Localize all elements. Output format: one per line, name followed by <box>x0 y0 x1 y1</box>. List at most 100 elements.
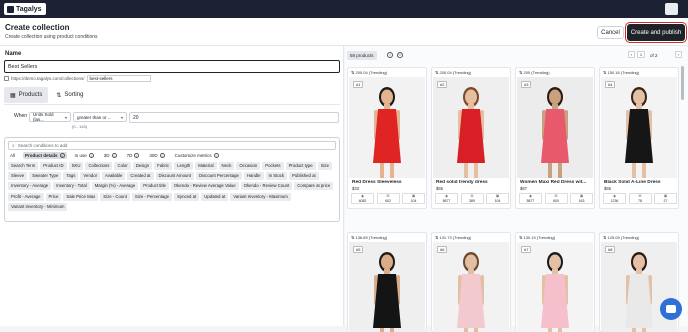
trend-score-value: 200.04 (Trending) <box>355 70 388 75</box>
condition-chip[interactable]: Discount Percentage <box>195 172 242 181</box>
condition-chip[interactable]: Material <box>195 162 217 170</box>
condition-chip[interactable]: Variant Inventory - Maximum <box>230 192 291 201</box>
condition-filter-tab[interactable]: All <box>8 152 17 159</box>
product-stats: ◉ 1236 ⊞ 78 ▣ 27 <box>603 193 677 204</box>
product-card[interactable]: ⇅ 200.04 (Trending) #2 Red solid trendy dr… <box>431 67 511 209</box>
tab-products-label: Products <box>18 92 43 98</box>
condition-chip[interactable]: Okendo - Review Count <box>240 182 293 191</box>
condition-chip[interactable]: Available <box>102 172 126 181</box>
product-price: $55 <box>604 186 611 191</box>
name-input[interactable]: Best Sellers <box>4 60 340 73</box>
trend-score-value: 130.19 (Trending) <box>523 235 556 240</box>
condition-chip[interactable]: SKU <box>68 162 84 170</box>
condition-filter-tab[interactable]: In use i <box>73 152 96 159</box>
condition-chip[interactable]: Size - Percentage <box>131 192 173 201</box>
product-image-frame[interactable]: #1 <box>349 77 425 178</box>
tab-products[interactable]: ▦ Products <box>4 87 49 103</box>
condition-chip[interactable]: Margin (%) - Average <box>91 182 139 191</box>
condition-chip[interactable]: Tags <box>63 172 79 181</box>
create-and-publish-button[interactable]: Create and publish <box>625 22 687 43</box>
condition-chip[interactable]: Compare at price <box>294 182 334 191</box>
brand-logo[interactable]: Tagalys <box>4 3 46 15</box>
condition-chip[interactable]: Product title <box>140 182 169 191</box>
product-image-frame[interactable]: #3 <box>517 77 593 178</box>
condition-value-input[interactable]: 20 <box>129 112 339 123</box>
model-left-leg <box>632 163 636 178</box>
page-next-button[interactable]: › <box>675 51 682 58</box>
condition-chip[interactable]: Inventory - Total <box>53 182 90 191</box>
eye-icon[interactable]: • <box>397 52 403 58</box>
condition-field-select[interactable]: Units Sold (las... ▾ <box>29 112 71 122</box>
condition-search-input[interactable]: ⌕ Search conditions to add <box>8 141 336 150</box>
condition-filter-tab[interactable]: 30D i <box>147 152 166 159</box>
condition-chip[interactable]: Variant Inventory - Minimum <box>8 202 68 211</box>
results-scrollbar[interactable] <box>681 66 684 100</box>
condition-chip[interactable]: Sleeve <box>8 172 28 181</box>
condition-chip[interactable]: Color <box>114 162 131 170</box>
condition-operator-value: greater than or ... <box>77 114 112 120</box>
condition-filter-tab[interactable]: Customize metrics i <box>173 152 221 159</box>
page-prev-button[interactable]: ‹ <box>628 51 635 58</box>
account-avatar[interactable] <box>665 3 678 15</box>
condition-chip[interactable]: Okendo - Review Average Value <box>170 182 239 191</box>
condition-chip[interactable]: Product ID <box>40 162 67 170</box>
product-image-frame[interactable]: #7 <box>517 242 593 332</box>
condition-chip[interactable]: Search Term <box>8 162 39 170</box>
condition-filter-tab[interactable]: 7D i <box>125 152 142 159</box>
condition-chip[interactable]: Pockets <box>262 162 284 170</box>
condition-filter-tab[interactable]: 3D i <box>102 152 119 159</box>
url-slug-input[interactable]: best-sellers <box>86 75 151 82</box>
cancel-button[interactable]: Cancel <box>597 26 624 39</box>
product-image-frame[interactable]: #4 <box>601 77 677 178</box>
condition-chip[interactable]: Fabric <box>154 162 173 170</box>
condition-chip[interactable]: Discount Amount <box>155 172 194 181</box>
model-face <box>633 254 645 270</box>
rank-badge: #8 <box>605 246 616 253</box>
condition-chip[interactable]: Inventory - Average <box>8 182 52 191</box>
conditions-panel: ⌕ Search conditions to add All Product de… <box>4 137 340 222</box>
product-card[interactable]: ⇅ 200.04 (Trending) #1 Red Dress Sleeveles… <box>347 67 427 209</box>
views-stat: ◉ 5877 <box>435 193 458 204</box>
info-icon[interactable]: i <box>387 52 393 58</box>
when-label: When <box>14 113 28 119</box>
page-total: of 2 <box>650 52 658 58</box>
rank-badge: #4 <box>605 81 616 88</box>
condition-chip[interactable]: Length <box>174 162 194 170</box>
condition-chip[interactable]: Sweater Type <box>29 172 62 181</box>
condition-chip[interactable]: Sale Price Max <box>63 192 99 201</box>
product-card[interactable]: ⇅ 200 (Trending) #3 Women Maxi Red Dress w… <box>515 67 595 209</box>
tab-sorting[interactable]: ⇅ Sorting <box>50 87 89 103</box>
product-price: $55 <box>436 186 443 191</box>
product-card[interactable]: ⇅ 136.89 (Trending) #5 <box>347 232 427 332</box>
product-image-frame[interactable]: #2 <box>433 77 509 178</box>
condition-chip[interactable]: In Stock <box>265 172 288 181</box>
page-number-input[interactable]: 1 <box>637 51 645 58</box>
condition-chip[interactable]: Product type <box>285 162 316 170</box>
condition-chip[interactable]: Occasion <box>236 162 261 170</box>
condition-chip[interactable]: Neck <box>218 162 235 170</box>
chat-support-button[interactable] <box>660 298 682 320</box>
condition-chip[interactable]: Updated at <box>201 192 229 201</box>
condition-chip[interactable]: Price <box>45 192 62 201</box>
condition-chip[interactable]: Synced at <box>174 192 200 201</box>
condition-chip[interactable]: Published at <box>289 172 319 181</box>
condition-chip[interactable]: Handle <box>243 172 264 181</box>
condition-chip[interactable]: Size <box>317 162 333 170</box>
condition-operator-select[interactable]: greater than or ... ▾ <box>73 112 127 122</box>
condition-filter-label: In use <box>74 153 87 158</box>
condition-chip[interactable]: Created at <box>127 172 154 181</box>
condition-chip[interactable]: Size - Count <box>100 192 130 201</box>
orders-stat: ▣ 104 <box>486 193 509 204</box>
condition-chip[interactable]: Profit - Average <box>8 192 44 201</box>
condition-filter-tab[interactable]: Product details i <box>23 152 67 160</box>
product-image-frame[interactable]: #5 <box>349 242 425 332</box>
product-card[interactable]: ⇅ 131.73 (Trending) #6 <box>431 232 511 332</box>
condition-chip[interactable]: Collections <box>85 162 113 170</box>
condition-chip[interactable]: Design <box>132 162 153 170</box>
condition-chip[interactable]: Vendor <box>80 172 101 181</box>
product-card[interactable]: ⇅ 150.16 (Trending) #4 Black Solid A-Line … <box>599 67 679 209</box>
info-icon: i <box>88 153 94 159</box>
product-image-frame[interactable]: #6 <box>433 242 509 332</box>
product-card[interactable]: ⇅ 130.19 (Trending) #7 <box>515 232 595 332</box>
rank-badge: #2 <box>437 81 448 88</box>
